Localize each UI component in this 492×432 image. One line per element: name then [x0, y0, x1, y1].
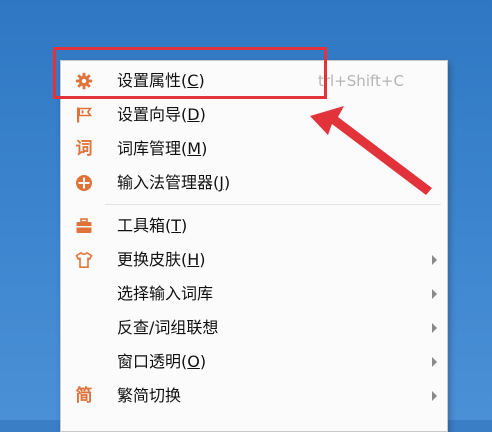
callout-arrow-icon: [310, 106, 432, 195]
